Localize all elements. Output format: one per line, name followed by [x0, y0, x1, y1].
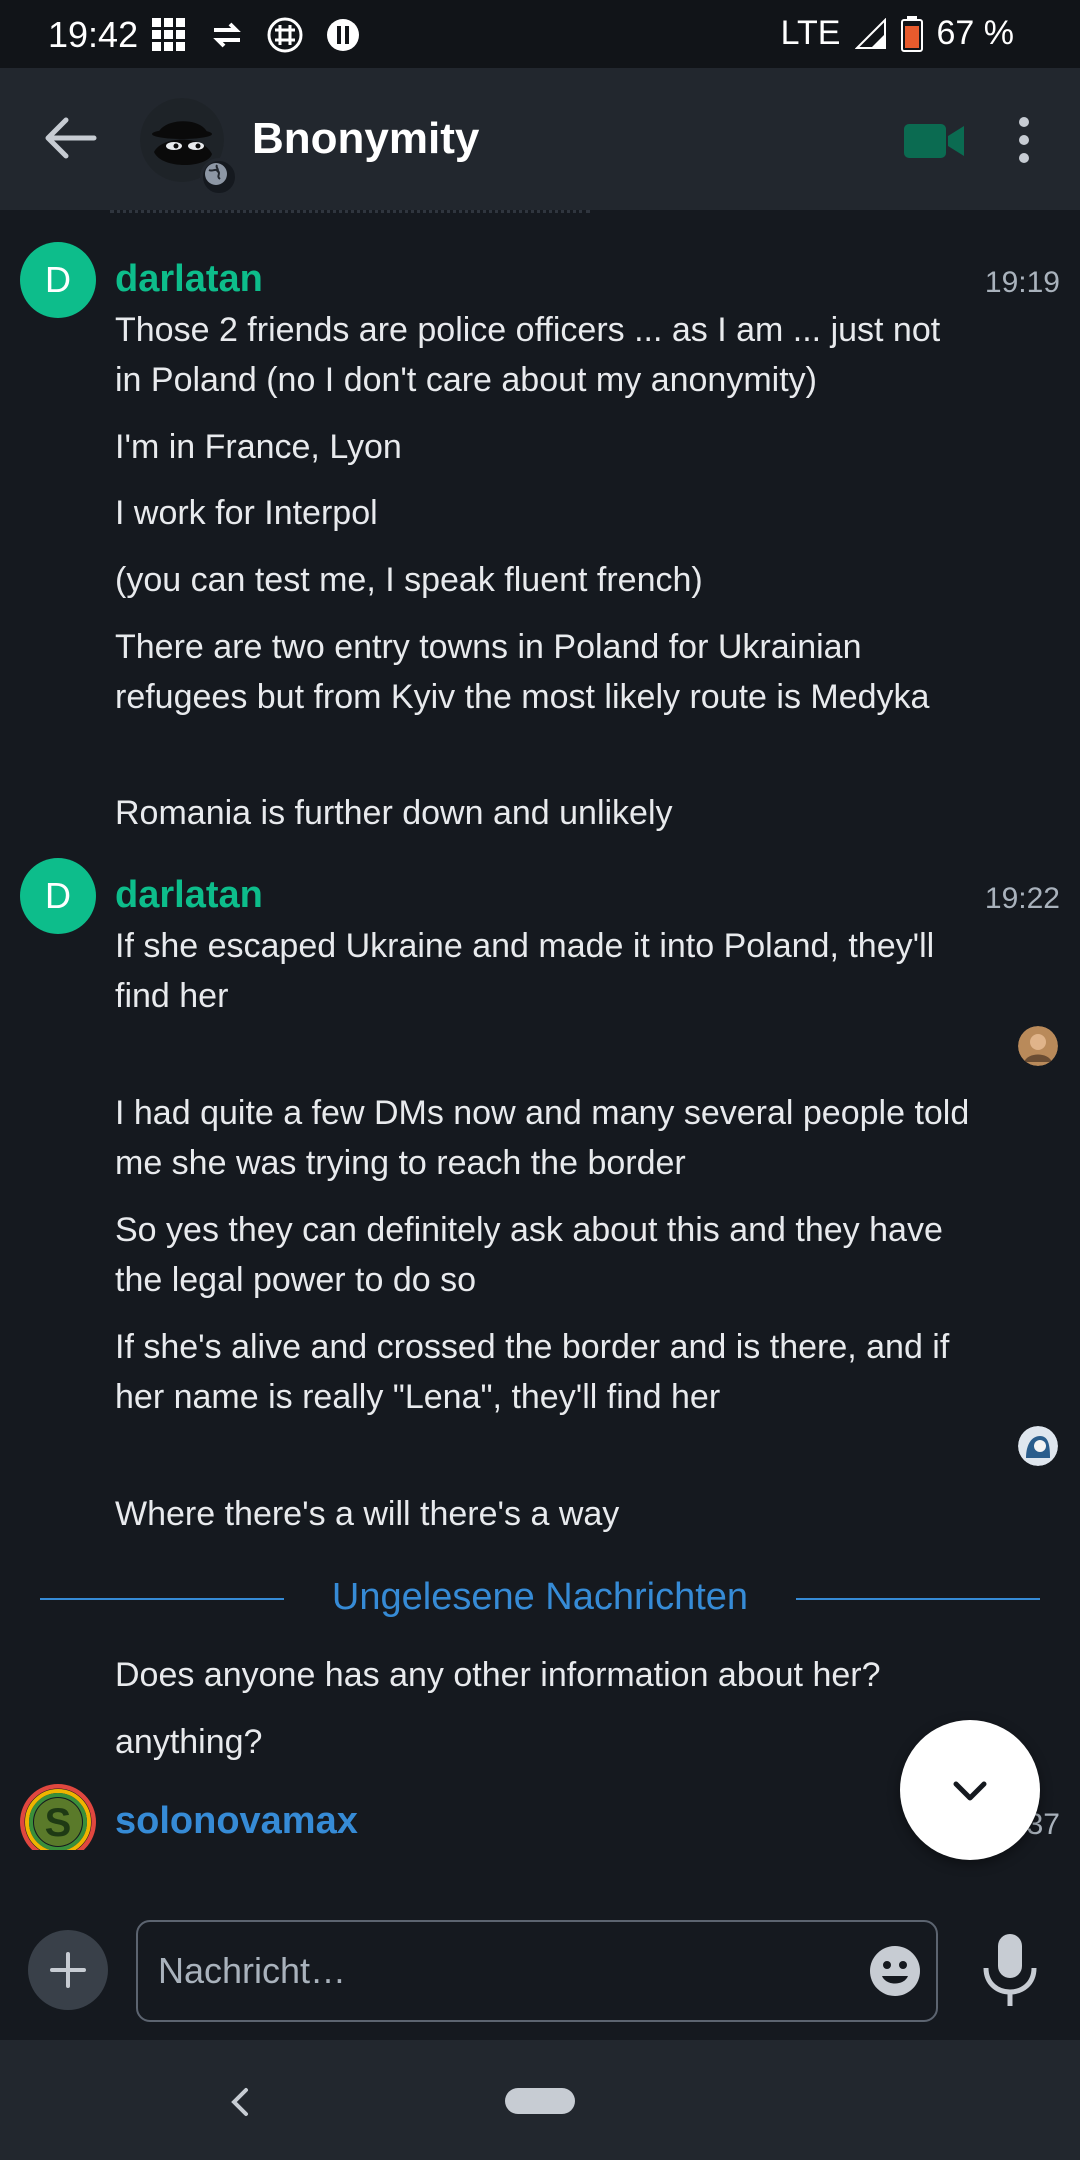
message-body[interactable]: Those 2 friends are police officers ... … [115, 305, 975, 405]
status-time: 19:42 [48, 14, 139, 55]
message-body[interactable]: anything? [115, 1717, 975, 1767]
message-timestamp: 19:22 [984, 882, 1060, 915]
message-timestamp: 19:19 [984, 266, 1060, 299]
read-receipt-avatar[interactable] [1018, 1026, 1058, 1066]
back-arrow-icon[interactable] [36, 108, 106, 168]
emoji-icon[interactable] [868, 1944, 922, 1998]
message-body[interactable]: I work for Interpol [115, 488, 975, 538]
sender-name[interactable]: darlatan [115, 258, 263, 301]
video-call-icon[interactable] [904, 120, 966, 162]
unread-divider: Ungelesene Nachrichten [40, 1568, 1040, 1628]
message-body[interactable]: If she's alive and crossed the border an… [115, 1322, 975, 1422]
globe-icon [200, 158, 238, 196]
divider-line [796, 1598, 1040, 1600]
message-body[interactable]: Does anyone has any other information ab… [115, 1650, 975, 1700]
notification-icon [327, 19, 359, 51]
grid-icon [152, 18, 185, 51]
hash-icon [267, 17, 303, 53]
message-body[interactable]: (you can test me, I speak fluent french) [115, 555, 975, 605]
message-body[interactable]: Where there's a will there's a way [115, 1489, 975, 1539]
message-timeline[interactable]: D darlatan 19:19 Those 2 friends are pol… [0, 210, 1080, 1850]
avatar[interactable]: D [20, 858, 96, 934]
system-nav-bar [0, 2040, 1080, 2160]
message-body[interactable]: So yes they can definitely ask about thi… [115, 1205, 975, 1305]
sender-name[interactable]: darlatan [115, 874, 263, 917]
message-input-container[interactable] [136, 1920, 938, 2022]
chevron-down-icon [953, 1781, 987, 1801]
read-receipt-avatar[interactable] [1018, 1426, 1058, 1466]
signal-icon [854, 17, 886, 49]
truncated-previous-message [110, 210, 590, 221]
avatar[interactable]: S [20, 1784, 96, 1850]
message-body[interactable]: I had quite a few DMs now and many sever… [115, 1088, 975, 1188]
swap-icon [213, 22, 241, 48]
app-bar: Bnonymity [0, 68, 1080, 210]
network-label: LTE [780, 14, 841, 52]
svg-text:S: S [45, 1801, 72, 1845]
battery-label: 67 % [936, 14, 1015, 52]
message-input[interactable] [156, 1942, 840, 2000]
room-title[interactable]: Bnonymity [252, 114, 479, 164]
mic-icon[interactable] [978, 1930, 1042, 2010]
nav-home-pill[interactable] [505, 2088, 575, 2114]
message-body[interactable]: There are two entry towns in Poland for … [115, 622, 975, 722]
message-body[interactable]: If she escaped Ukraine and made it into … [115, 921, 975, 1021]
add-icon [50, 1952, 86, 1988]
battery-icon [900, 15, 923, 52]
add-attachment-button[interactable] [28, 1930, 108, 2010]
message-body[interactable]: Romania is further down and unlikely [115, 788, 975, 838]
message-body[interactable]: I'm in France, Lyon [115, 422, 975, 472]
sender-name[interactable]: solonovamax [115, 1800, 358, 1843]
more-vert-icon[interactable] [1006, 114, 1042, 166]
status-bar: 19:42 LTE 67 % [0, 0, 1080, 68]
jump-to-bottom-button[interactable] [900, 1720, 1040, 1860]
nav-back-icon[interactable] [220, 2082, 260, 2122]
avatar[interactable]: D [20, 242, 96, 318]
